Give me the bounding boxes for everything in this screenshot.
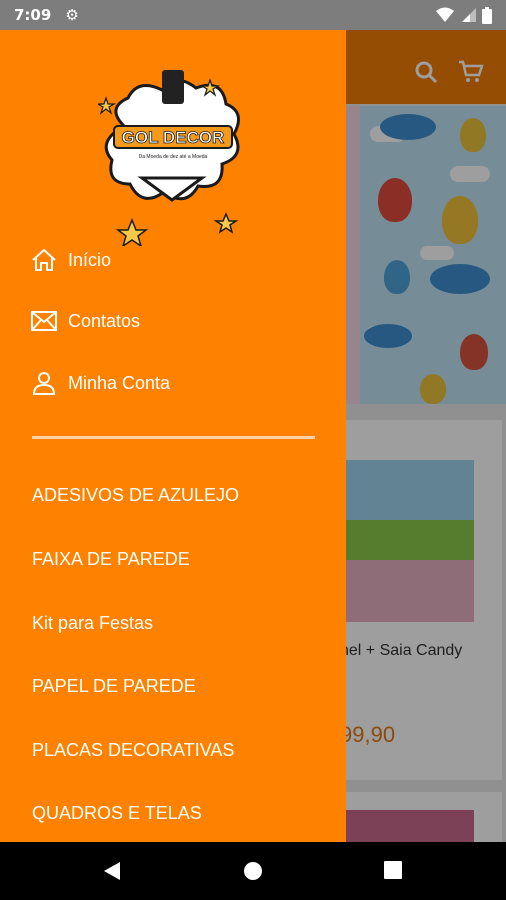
nav-item-label: Contatos xyxy=(68,310,141,331)
logo-text: GOL DECOR xyxy=(122,128,225,147)
drawer-divider xyxy=(32,436,315,439)
nav-item-minha-conta[interactable]: Minha Conta xyxy=(30,369,170,397)
person-icon xyxy=(30,369,58,397)
status-time: 7:09 xyxy=(14,6,52,24)
category-adesivos-de-azulejo[interactable]: ADESIVOS DE AZULEJO xyxy=(32,485,239,506)
category-faixa-de-parede[interactable]: FAIXA DE PAREDE xyxy=(32,549,190,570)
signal-icon xyxy=(462,8,476,22)
nav-item-label: Minha Conta xyxy=(68,372,171,393)
category-kit-para-festas[interactable]: Kit para Festas xyxy=(32,613,153,634)
gol-decor-logo: GOL DECOR Da Moeda de dez até a Moeda xyxy=(95,68,248,248)
system-nav-bar xyxy=(0,842,506,900)
category-quadros-e-telas[interactable]: QUADROS E TELAS xyxy=(32,803,202,824)
nav-item-inicio[interactable]: Início xyxy=(30,246,111,274)
back-icon[interactable] xyxy=(102,861,122,881)
gear-icon: ⚙ xyxy=(65,7,79,24)
status-bar: 7:09 ⚙ xyxy=(0,0,506,30)
wifi-icon xyxy=(436,7,454,22)
navigation-drawer: GOL DECOR Da Moeda de dez até a Moeda In… xyxy=(0,30,346,842)
logo-tagline: Da Moeda de dez até a Moeda xyxy=(139,154,208,160)
nav-item-contatos[interactable]: Contatos xyxy=(30,307,140,335)
battery-icon xyxy=(482,6,492,24)
home-circle-icon[interactable] xyxy=(243,861,263,881)
category-papel-de-parede[interactable]: PAPEL DE PAREDE xyxy=(32,676,196,697)
screen: 7:09 ⚙ nel + Saia Candy 99,90 GOL DECOR … xyxy=(0,0,506,900)
recents-icon[interactable] xyxy=(384,861,402,879)
nav-item-label: Início xyxy=(68,249,112,270)
mail-icon xyxy=(30,307,58,335)
category-placas-decorativas[interactable]: PLACAS DECORATIVAS xyxy=(32,740,234,761)
home-icon xyxy=(30,246,58,274)
status-icons xyxy=(436,6,492,24)
